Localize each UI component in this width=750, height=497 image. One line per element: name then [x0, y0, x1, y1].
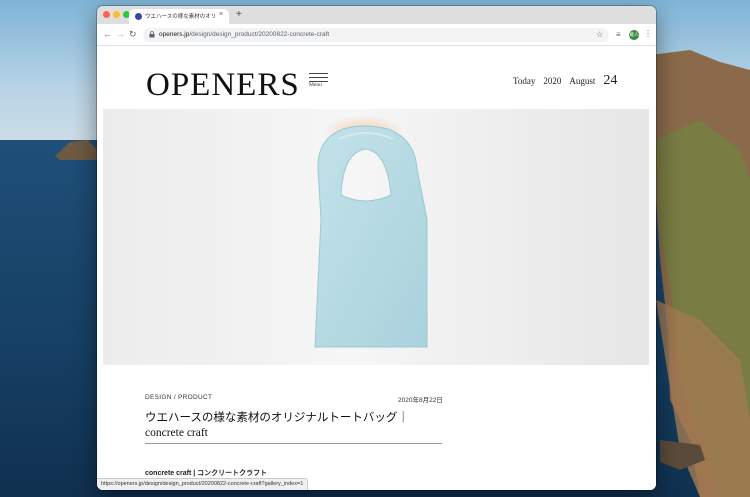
browser-window: ウエハースの様な素材のオリジナ × + ← → ↻ openers.jp/des… — [97, 6, 656, 490]
link-status-bar: https://openers.jp/design/design_product… — [97, 478, 309, 490]
hero-image[interactable] — [103, 109, 649, 365]
article-date: 2020年8月22日 — [398, 397, 443, 404]
date-day: 24 — [603, 73, 618, 88]
url-text: openers.jp/design/design_product/2020082… — [159, 31, 329, 38]
web-page: OPENERS Menu Today 2020 August 24 DESIGN… — [97, 46, 656, 490]
forward-icon[interactable]: → — [116, 29, 125, 40]
tab-strip: ウエハースの様な素材のオリジナ × + — [97, 6, 656, 24]
url-path: /design/design_product/20200822-concrete… — [189, 31, 330, 38]
bookmark-star-icon[interactable]: ☆ — [596, 30, 603, 39]
article-subtitle: concrete craft | コンクリートクラフト — [145, 470, 268, 477]
title-divider — [145, 443, 442, 444]
back-icon[interactable]: ← — [103, 29, 112, 40]
reload-icon[interactable]: ↻ — [129, 29, 137, 40]
address-bar[interactable]: openers.jp/design/design_product/2020082… — [143, 28, 609, 42]
minimize-window-button[interactable] — [113, 11, 120, 18]
url-host: openers.jp — [159, 31, 190, 38]
today-date: Today 2020 August 24 — [513, 71, 617, 89]
tab-title: ウエハースの様な素材のオリジナ — [145, 14, 215, 20]
reading-list-icon[interactable]: ≡ — [616, 30, 621, 39]
tote-bag-image — [314, 115, 428, 348]
lock-icon — [149, 31, 155, 40]
date-month: August — [569, 76, 596, 86]
menu-label[interactable]: Menu — [309, 82, 322, 88]
new-tab-button[interactable]: + — [236, 8, 242, 22]
article-title: ウエハースの様な素材のオリジナルトートバッグ｜concrete craft — [145, 412, 409, 439]
date-prefix: Today — [513, 76, 536, 86]
article-category[interactable]: DESIGN / PRODUCT — [145, 394, 212, 401]
profile-avatar[interactable]: 蔵人 — [629, 30, 639, 40]
close-window-button[interactable] — [103, 11, 110, 18]
browser-menu-icon[interactable]: ⋮ — [644, 29, 652, 38]
date-year: 2020 — [543, 76, 562, 86]
tab-active[interactable]: ウエハースの様な素材のオリジナ × — [129, 9, 229, 24]
tab-close-icon[interactable]: × — [219, 11, 223, 18]
browser-toolbar: ← → ↻ openers.jp/design/design_product/2… — [97, 24, 656, 46]
site-logo[interactable]: OPENERS — [146, 66, 300, 104]
site-favicon-icon — [135, 13, 142, 20]
